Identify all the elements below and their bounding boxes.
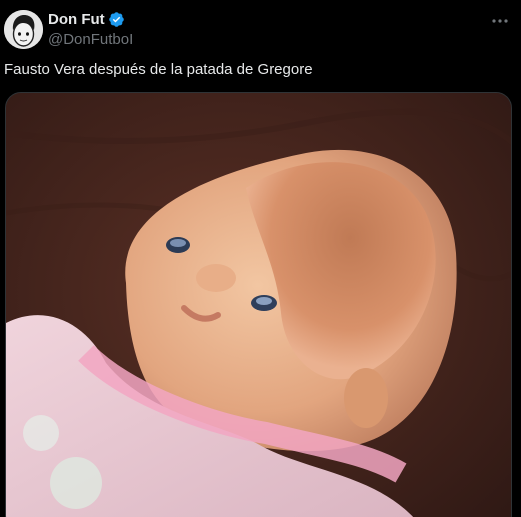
tweet-card: Don Fut @DonFutboI Fausto Vera después d… bbox=[0, 0, 521, 517]
more-button[interactable] bbox=[489, 10, 511, 30]
avatar-image bbox=[4, 10, 43, 49]
verified-badge-icon bbox=[108, 11, 125, 28]
tweet-media-photo[interactable] bbox=[5, 92, 512, 517]
more-horizontal-icon bbox=[491, 11, 509, 29]
tweet-text: Fausto Vera después de la patada de Greg… bbox=[4, 61, 313, 78]
avatar[interactable] bbox=[4, 10, 43, 49]
tweet-header: Don Fut @DonFutboI bbox=[48, 10, 481, 48]
display-name[interactable]: Don Fut bbox=[48, 11, 105, 28]
doll-photo bbox=[6, 93, 511, 517]
handle[interactable]: @DonFutboI bbox=[48, 31, 481, 48]
name-row: Don Fut bbox=[48, 10, 481, 29]
